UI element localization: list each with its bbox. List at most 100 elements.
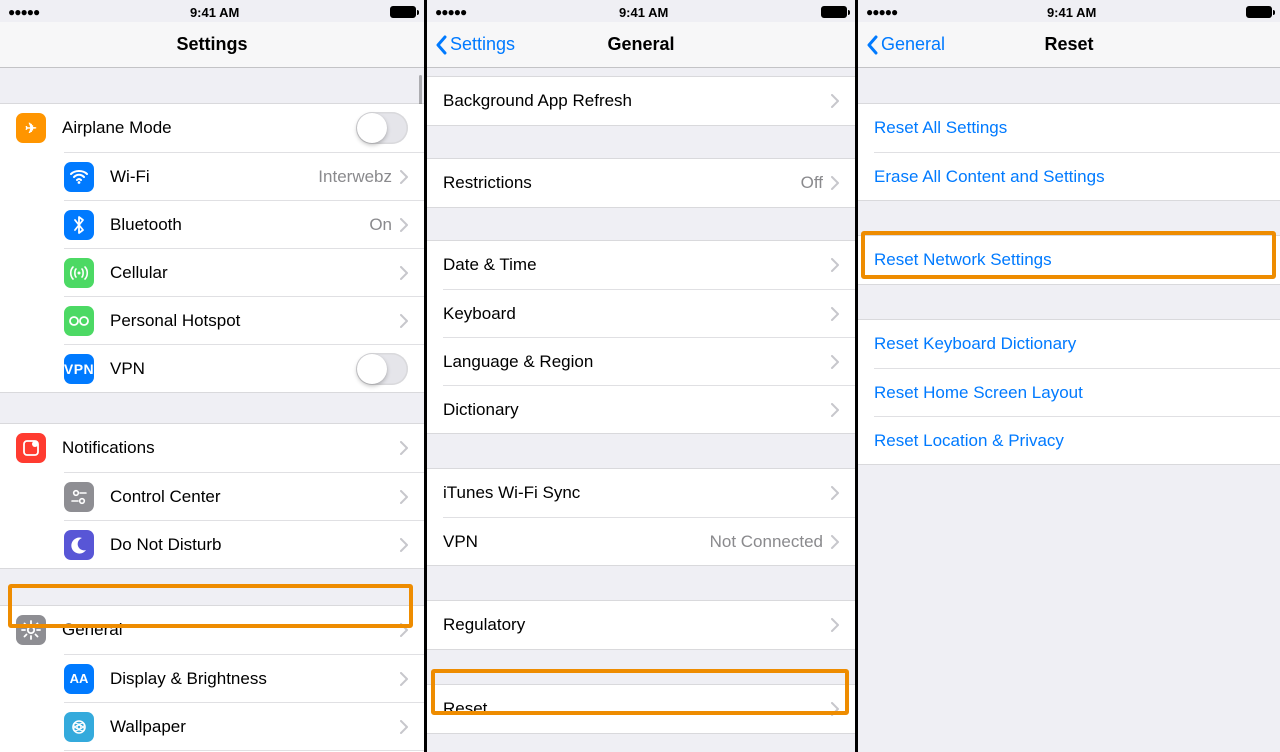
wallpaper-icon [64,712,94,742]
chevron-right-icon [400,720,408,734]
group: Background App Refresh [427,76,855,126]
group-regulatory: Regulatory [427,600,855,650]
status-time: 9:41 AM [466,5,821,20]
chevron-right-icon [400,490,408,504]
group-sync: iTunes Wi-Fi Sync VPN Not Connected [427,468,855,566]
row-personal-hotspot[interactable]: Personal Hotspot [64,296,424,344]
group-notify: Notifications Control Center Do Not Dist… [0,423,424,569]
row-reset-network-settings[interactable]: Reset Network Settings [858,236,1280,284]
group-language: Date & Time Keyboard Language & Region D… [427,240,855,434]
row-keyboard[interactable]: Keyboard [443,289,855,337]
row-reset-location-privacy[interactable]: Reset Location & Privacy [874,416,1280,464]
label: Do Not Disturb [110,535,400,555]
chevron-right-icon [400,218,408,232]
row-vpn[interactable]: VPN VPN [64,344,424,392]
row-language-region[interactable]: Language & Region [443,337,855,385]
label: Reset Keyboard Dictionary [874,334,1264,354]
row-general[interactable]: General [0,606,424,654]
signal-dots: ●●●●● [866,5,897,19]
row-reset-all-settings[interactable]: Reset All Settings [858,104,1280,152]
label: Personal Hotspot [110,311,400,331]
vpn-icon: VPN [64,354,94,384]
label: Reset Home Screen Layout [874,383,1264,403]
settings-screen: ●●●●● 9:41 AM Settings ✈︎ Airplane Mode … [0,0,424,752]
row-restrictions[interactable]: Restrictions Off [427,159,855,207]
back-button[interactable]: General [858,34,945,55]
chevron-right-icon [400,672,408,686]
status-time: 9:41 AM [897,5,1246,20]
label: Dictionary [443,400,831,420]
row-cellular[interactable]: Cellular [64,248,424,296]
row-reset-keyboard-dictionary[interactable]: Reset Keyboard Dictionary [858,320,1280,368]
back-label: Settings [450,34,515,55]
cellular-icon [64,258,94,288]
group-reset-all: Reset All Settings Erase All Content and… [858,103,1280,201]
label: Cellular [110,263,400,283]
airplane-icon: ✈︎ [16,113,46,143]
restrictions-value: Off [801,173,823,193]
row-do-not-disturb[interactable]: Do Not Disturb [64,520,424,568]
dnd-icon [64,530,94,560]
label: Wallpaper [110,717,400,737]
status-bar: ●●●●● 9:41 AM [858,0,1280,22]
chevron-right-icon [831,307,839,321]
row-dictionary[interactable]: Dictionary [443,385,855,433]
chevron-right-icon [831,702,839,716]
row-reset-home-screen[interactable]: Reset Home Screen Layout [874,368,1280,416]
label: Wi-Fi [110,167,318,187]
label: Reset All Settings [874,118,1264,138]
status-time: 9:41 AM [39,5,390,20]
label: iTunes Wi-Fi Sync [443,483,831,503]
bluetooth-value: On [369,215,392,235]
group-general: General AA Display & Brightness Wallpape… [0,605,424,752]
chevron-right-icon [400,538,408,552]
chevron-left-icon [435,35,447,55]
chevron-right-icon [831,403,839,417]
chevron-left-icon [866,35,878,55]
page-title: Settings [0,34,424,55]
row-background-app-refresh[interactable]: Background App Refresh [427,77,855,125]
status-bar: ●●●●● 9:41 AM [0,0,424,22]
chevron-right-icon [831,486,839,500]
row-display-brightness[interactable]: AA Display & Brightness [64,654,424,702]
row-airplane-mode[interactable]: ✈︎ Airplane Mode [0,104,424,152]
chevron-right-icon [400,266,408,280]
group-reset: Reset [427,684,855,734]
row-erase-all-content[interactable]: Erase All Content and Settings [874,152,1280,200]
label: Airplane Mode [62,118,356,138]
row-wifi[interactable]: Wi-Fi Interwebz [64,152,424,200]
label: Reset Network Settings [874,250,1264,270]
row-wallpaper[interactable]: Wallpaper [64,702,424,750]
label: Language & Region [443,352,831,372]
wifi-icon [64,162,94,192]
airplane-toggle[interactable] [356,112,408,144]
chevron-right-icon [400,623,408,637]
row-regulatory[interactable]: Regulatory [427,601,855,649]
battery-icon [821,6,847,18]
row-vpn[interactable]: VPN Not Connected [443,517,855,565]
row-date-time[interactable]: Date & Time [427,241,855,289]
row-notifications[interactable]: Notifications [0,424,424,472]
nav-bar: Settings [0,22,424,68]
label: Restrictions [443,173,801,193]
row-bluetooth[interactable]: Bluetooth On [64,200,424,248]
label: Display & Brightness [110,669,400,689]
chevron-right-icon [831,176,839,190]
row-control-center[interactable]: Control Center [64,472,424,520]
general-screen: ●●●●● 9:41 AM Settings General Backgroun… [427,0,855,752]
bluetooth-icon [64,210,94,240]
chevron-right-icon [831,355,839,369]
chevron-right-icon [400,314,408,328]
back-button[interactable]: Settings [427,34,515,55]
hotspot-icon [64,306,94,336]
row-reset[interactable]: Reset [427,685,855,733]
vpn-toggle[interactable] [356,353,408,385]
label: Date & Time [443,255,831,275]
group-connectivity: ✈︎ Airplane Mode Wi-Fi Interwebz Bluetoo… [0,103,424,393]
label: Keyboard [443,304,831,324]
row-itunes-wifi-sync[interactable]: iTunes Wi-Fi Sync [427,469,855,517]
chevron-right-icon [831,535,839,549]
back-label: General [881,34,945,55]
chevron-right-icon [400,441,408,455]
reset-screen: ●●●●● 9:41 AM General Reset Reset All Se… [858,0,1280,752]
